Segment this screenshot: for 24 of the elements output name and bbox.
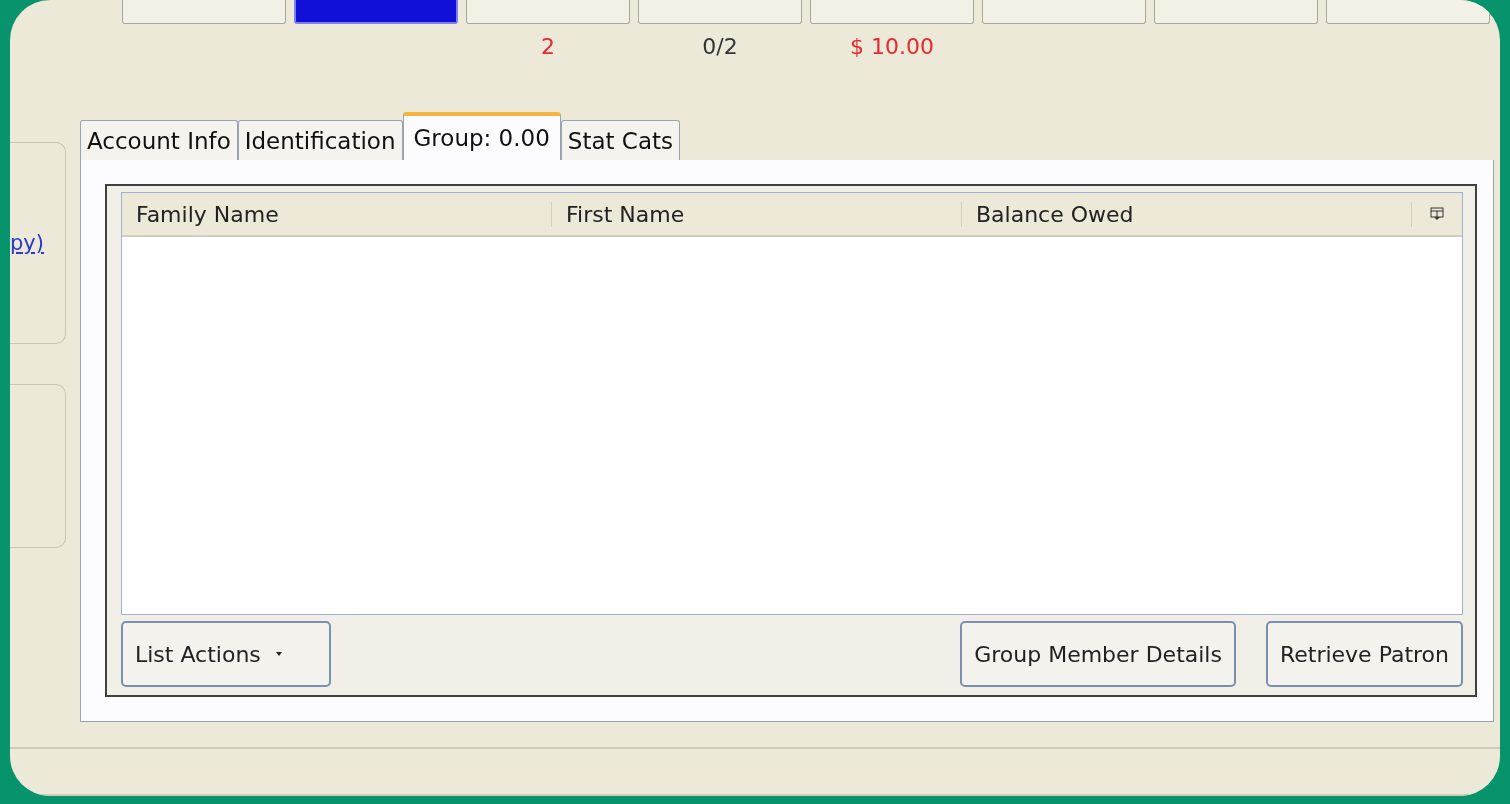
column-header[interactable]: Family Name bbox=[122, 201, 552, 227]
toolbar-button[interactable] bbox=[810, 0, 974, 24]
tab[interactable]: Group: 0.00 bbox=[402, 112, 561, 161]
caret-icon bbox=[274, 651, 283, 657]
count-label: 0/2 bbox=[702, 34, 738, 59]
toolbar-button[interactable] bbox=[1326, 0, 1490, 24]
count-label: $ 10.00 bbox=[850, 34, 934, 59]
column-header[interactable]: Balance Owed bbox=[962, 201, 1412, 227]
action-button[interactable]: Retrieve Patron bbox=[1265, 621, 1463, 688]
action-button[interactable]: Group Member Details bbox=[960, 621, 1236, 688]
tab[interactable]: Stat Cats bbox=[560, 120, 681, 161]
column-header[interactable]: First Name bbox=[552, 201, 962, 227]
toolbar-button[interactable] bbox=[122, 0, 286, 24]
count-label: 2 bbox=[541, 34, 555, 59]
toolbar-button[interactable] bbox=[1154, 0, 1318, 24]
column-picker-icon[interactable] bbox=[1430, 207, 1444, 222]
tab[interactable]: Account Info bbox=[80, 120, 238, 161]
toolbar-button[interactable] bbox=[294, 0, 458, 24]
tab[interactable]: Identification bbox=[237, 120, 403, 161]
list-actions-button[interactable]: List Actions bbox=[121, 621, 331, 688]
toolbar-button[interactable] bbox=[982, 0, 1146, 24]
toolbar-button[interactable] bbox=[466, 0, 630, 24]
toolbar-button[interactable] bbox=[638, 0, 802, 24]
link[interactable]: py) bbox=[10, 231, 44, 256]
